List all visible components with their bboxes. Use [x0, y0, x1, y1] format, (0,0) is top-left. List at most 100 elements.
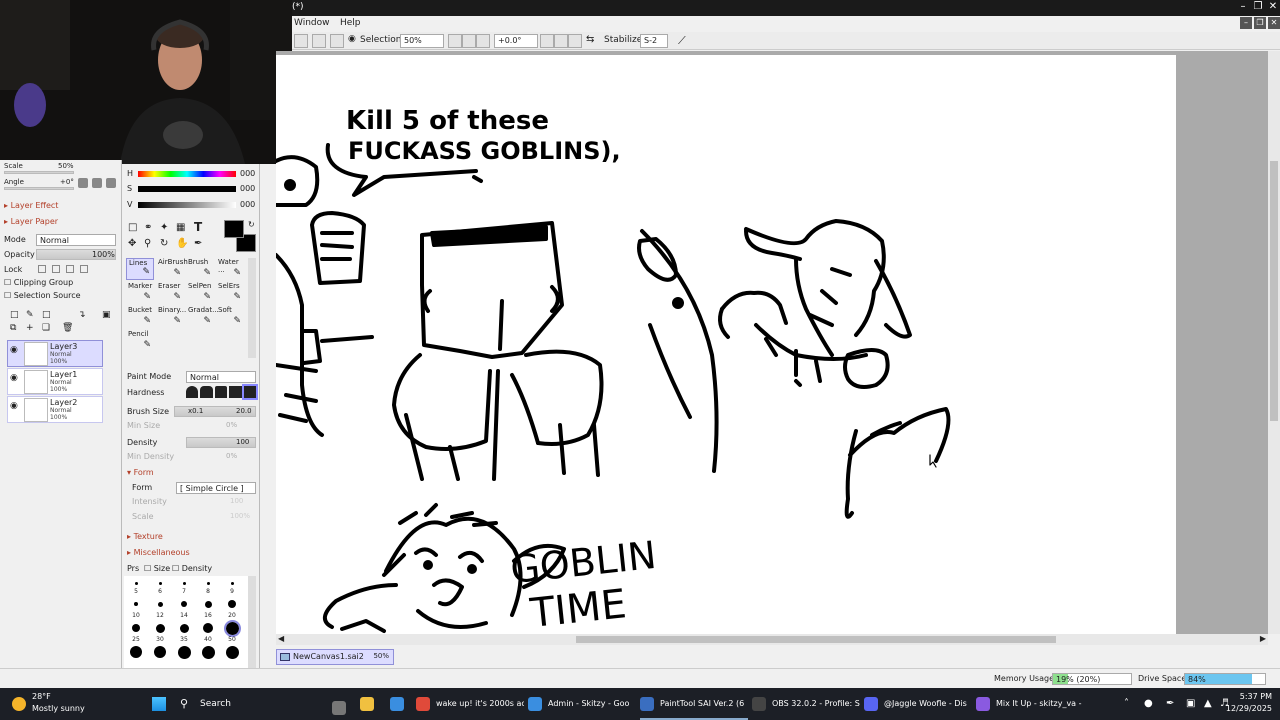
eye-icon[interactable]: ◉ — [10, 373, 22, 383]
zoom-in-button[interactable] — [462, 34, 476, 48]
lock-all-icon[interactable] — [80, 265, 88, 273]
brush-size-multiplier[interactable]: x0.1 — [188, 407, 203, 415]
brush-size-dot[interactable] — [204, 600, 212, 608]
lock-draw-icon[interactable] — [52, 265, 60, 273]
vertical-scrollbar[interactable] — [1268, 51, 1280, 634]
tool-pencil[interactable]: Pencil ✎ — [126, 330, 154, 352]
lock-transparency-icon[interactable] — [38, 265, 46, 273]
clock[interactable]: 5:37 PM 12/29/2025 — [1226, 688, 1274, 720]
brush-size-dot[interactable] — [134, 602, 138, 606]
document-tab[interactable]: NewCanvas1.sai2 50% — [276, 649, 394, 665]
brush-palette-scrollbar[interactable] — [248, 576, 256, 668]
task-view-icon[interactable] — [332, 688, 346, 720]
layer-item[interactable]: ◉ Layer1 Normal 100% — [7, 368, 103, 395]
layer-item[interactable]: ◉ Layer2 Normal 100% — [7, 396, 103, 423]
brush-size-dot[interactable] — [130, 646, 142, 658]
tool-gradat[interactable]: Gradat... ✎ — [186, 306, 219, 328]
angle-slider[interactable] — [4, 187, 74, 190]
form-section[interactable]: ▾ Form — [127, 468, 154, 477]
tool-lines[interactable]: Lines ✎ — [126, 258, 154, 280]
network-icon[interactable]: ▲ — [1204, 688, 1212, 720]
horizontal-scrollbar[interactable]: ◀ ▶ — [276, 634, 1268, 645]
zoom-icon[interactable]: ⚲ — [144, 238, 151, 249]
hue-slider[interactable] — [138, 171, 236, 177]
add-layer-icon[interactable]: + — [26, 323, 34, 333]
selection-source-checkbox[interactable]: ☐ Selection Source — [4, 291, 81, 300]
brush-size-dot[interactable] — [203, 623, 213, 633]
tool-marker[interactable]: Marker ✎ — [126, 282, 154, 304]
doc-close-icon[interactable]: ✕ — [1268, 17, 1280, 29]
start-button[interactable] — [150, 688, 168, 720]
bucket-icon[interactable]: ▦ — [176, 222, 185, 233]
delete-layer-icon[interactable]: 🗑 — [62, 323, 73, 333]
reset-icon[interactable] — [106, 178, 116, 188]
brush-size-dot[interactable] — [177, 645, 191, 659]
text-icon[interactable]: T — [194, 220, 202, 234]
brush-size-dot[interactable] — [231, 582, 234, 585]
chevron-up-icon[interactable]: ˄ — [1124, 688, 1129, 720]
tool-airbrush[interactable]: AirBrush ✎ — [156, 258, 188, 280]
pen-icon[interactable]: ✒ — [1166, 688, 1174, 720]
close-icon[interactable]: ✕ — [1266, 0, 1280, 14]
stabilizer-select[interactable]: S-2 — [640, 34, 668, 48]
brush-size-dot[interactable] — [157, 601, 163, 607]
taskbar-app-button[interactable]: wake up! it's 2000s ac — [416, 688, 524, 720]
hardness-option[interactable] — [200, 386, 213, 398]
brush-size-dot[interactable] — [181, 601, 187, 607]
new-folder-icon[interactable]: □ — [42, 310, 51, 320]
restore-icon[interactable]: ❐ — [1251, 0, 1265, 14]
scroll-right-icon[interactable]: ▶ — [1260, 634, 1266, 643]
brush-size-dot[interactable] — [201, 645, 215, 659]
hand-icon[interactable]: ✋ — [176, 238, 188, 249]
flip-icon[interactable]: ⇆ — [586, 34, 594, 48]
menu-window[interactable]: Window — [294, 18, 330, 28]
brush-size-dot[interactable] — [179, 623, 189, 633]
taskbar-app-button[interactable]: OBS 32.0.2 - Profile: S — [752, 688, 860, 720]
taskbar-app-button[interactable]: PaintTool SAI Ver.2 (6 — [640, 688, 748, 720]
eye-icon[interactable]: ◉ — [348, 34, 356, 48]
new-linework-icon[interactable]: ✎ — [26, 310, 34, 320]
weather-widget[interactable]: 28°F Mostly sunny — [10, 688, 110, 720]
select-rect-icon[interactable]: □ — [128, 222, 137, 233]
tool-brush[interactable]: Brush ✎ — [186, 258, 214, 280]
brush-size-dot[interactable] — [223, 619, 241, 637]
vertical-scroll-thumb[interactable] — [1270, 161, 1278, 421]
rotate-icon[interactable] — [92, 178, 102, 188]
tool-selers[interactable]: SelErs ✎ — [216, 282, 244, 304]
eye-icon[interactable]: ◉ — [10, 401, 22, 411]
rotate-icon[interactable]: ↻ — [160, 238, 168, 249]
scroll-left-icon[interactable]: ◀ — [278, 634, 284, 643]
lock-move-icon[interactable] — [66, 265, 74, 273]
hardness-option[interactable] — [229, 386, 242, 398]
taskbar-app-button[interactable]: Mix It Up - skitzy_va - — [976, 688, 1084, 720]
layer-paper-section[interactable]: ▸ Layer Paper — [4, 217, 58, 226]
hardness-option-selected[interactable] — [241, 384, 259, 400]
toolbar-button[interactable] — [330, 34, 344, 48]
hardness-selector[interactable] — [186, 384, 259, 400]
doc-restore-icon[interactable]: ❐ — [1254, 17, 1266, 29]
rotate-left-button[interactable] — [540, 34, 554, 48]
taskbar-app-button[interactable]: @Jaggle Woofle - Dis — [864, 688, 972, 720]
foreground-color-swatch[interactable] — [224, 220, 244, 238]
zoom-select[interactable]: 50% — [400, 34, 444, 48]
brush-size-dot[interactable] — [155, 623, 165, 633]
swap-colors-icon[interactable]: ↻ — [248, 220, 255, 229]
layer-effect-section[interactable]: ▸ Layer Effect — [4, 201, 58, 210]
copy-layer-icon[interactable]: ⧉ — [10, 323, 16, 333]
brush-size-dot[interactable] — [135, 582, 138, 585]
saturation-slider[interactable] — [138, 186, 236, 192]
tool-water[interactable]: Water ... ✎ — [216, 258, 244, 280]
rotate-reset-button[interactable] — [568, 34, 582, 48]
brush-size-dot[interactable] — [154, 646, 166, 658]
brush-size-dot[interactable] — [183, 582, 186, 585]
rotate-icon[interactable] — [78, 178, 88, 188]
horizontal-scroll-thumb[interactable] — [576, 636, 1056, 643]
store-icon[interactable] — [390, 688, 404, 720]
merge-icon[interactable]: ❏ — [42, 323, 50, 333]
brush-size-dot[interactable] — [132, 624, 140, 632]
tool-eraser[interactable]: Eraser ✎ — [156, 282, 184, 304]
paint-mode-select[interactable]: Normal — [186, 371, 256, 383]
hardness-option[interactable] — [214, 386, 228, 398]
brush-size-dot[interactable] — [225, 645, 239, 659]
toolbar-button[interactable] — [294, 34, 308, 48]
